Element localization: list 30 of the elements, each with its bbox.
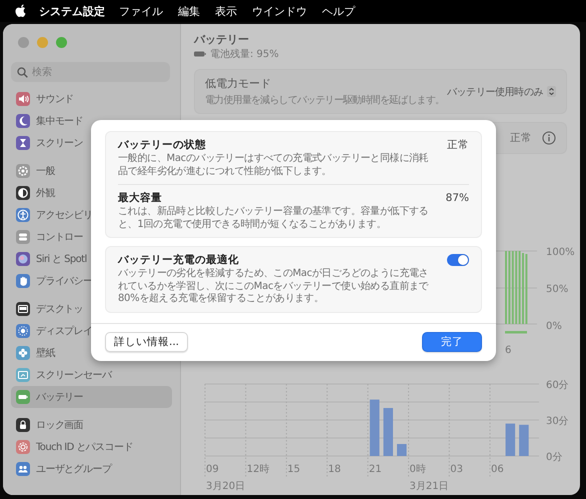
axis-label: 0分 bbox=[546, 452, 562, 463]
battery-status: 電池残量: 95% bbox=[210, 48, 279, 61]
row-title: バッテリー充電の最適化 bbox=[118, 253, 240, 267]
row-value: 87% bbox=[446, 191, 469, 205]
axis-label: 0% bbox=[546, 321, 562, 332]
row-description: これは、新品時と比較したバッテリー容量の基準です。容量が低下すると、1回の充電で使用できる時間が短くなることがあります。 bbox=[118, 206, 430, 231]
axis-label: 06 bbox=[490, 464, 504, 475]
setting-title: 低電力モード bbox=[205, 76, 272, 91]
page-title: バッテリー bbox=[194, 32, 250, 47]
axis-label: 6 bbox=[505, 345, 512, 356]
axis-label: 03 bbox=[450, 464, 463, 475]
axis-label: 15 bbox=[287, 464, 300, 475]
axis-label: 09 bbox=[206, 464, 219, 475]
health-value: 正常 bbox=[510, 131, 532, 145]
row-value: 正常 bbox=[447, 138, 469, 152]
row-description: 一般的に、Macのバッテリーはすべての充電式バッテリーと同様に消耗品で経年劣化が進むにつれて性能が低下します。 bbox=[118, 153, 430, 178]
axis-label: 12時 bbox=[246, 464, 270, 475]
axis-label: 30分 bbox=[546, 416, 569, 427]
row-title: 最大容量 bbox=[118, 191, 163, 205]
row-title: バッテリーの状態 bbox=[118, 138, 207, 152]
axis-label: 21 bbox=[368, 464, 382, 475]
row-description: バッテリーの劣化を軽減するため、このMacが日ごろどのように充電されているかを学習し、次にこのMacをバッテリーで使い始める直前まで80%を超える充電を保留することがあります。 bbox=[118, 268, 430, 306]
date-label: 3月21日 bbox=[410, 481, 449, 492]
setting-description: 電力使用量を減らしてバッテリー駆動時間を延ばします。 bbox=[205, 94, 444, 107]
axis-label: 18 bbox=[328, 464, 341, 475]
axis-label: 100% bbox=[546, 247, 575, 258]
axis-label: 0時 bbox=[410, 464, 426, 475]
axis-label: 50% bbox=[546, 284, 568, 295]
date-label: 3月20日 bbox=[206, 481, 246, 492]
axis-label: 60分 bbox=[546, 380, 569, 391]
